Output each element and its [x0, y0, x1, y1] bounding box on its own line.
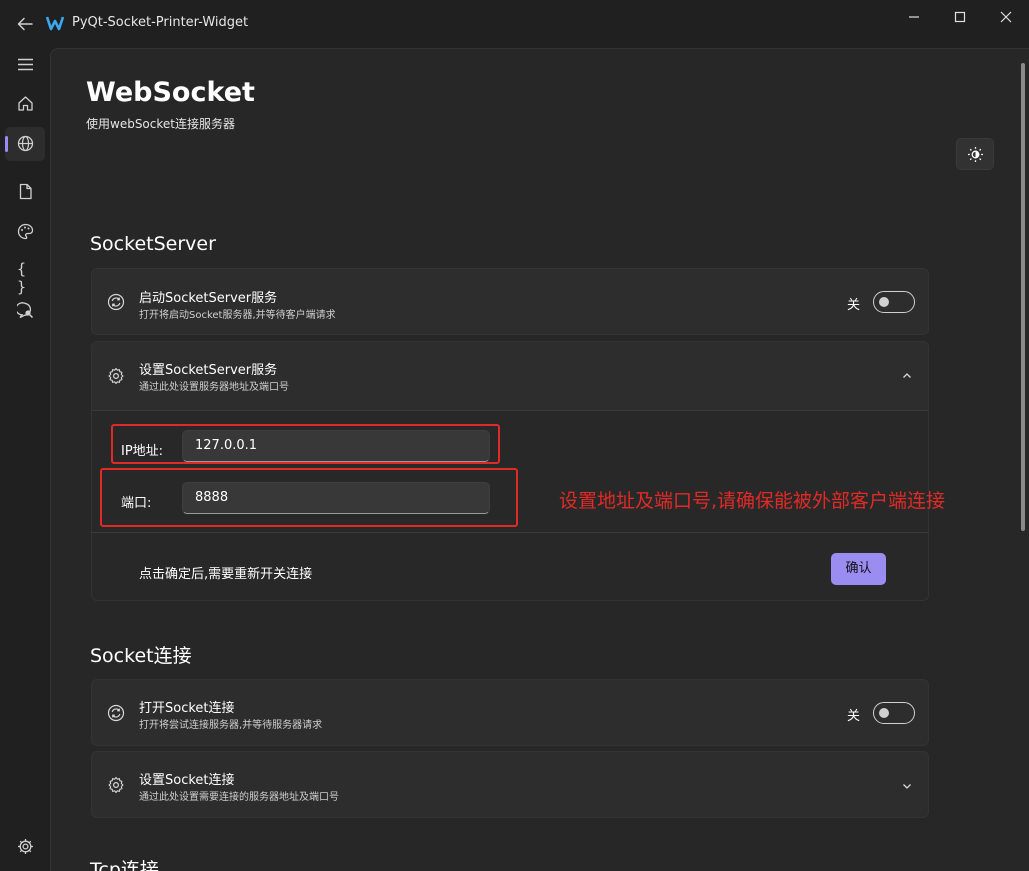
nav-item-home[interactable] — [5, 87, 45, 121]
card-description: 通过此处设置服务器地址及端口号 — [139, 382, 289, 393]
footer-note: 点击确定后,需要重新开关连接 — [139, 567, 313, 582]
menu-toggle-button[interactable] — [5, 48, 45, 82]
theme-toggle-button[interactable] — [956, 138, 994, 170]
navigation-rail: { } — [0, 48, 50, 871]
close-button[interactable] — [993, 6, 1019, 28]
gear-icon — [107, 367, 125, 385]
nav-item-code[interactable]: { } — [5, 254, 45, 296]
card-title: 设置Socket连接 — [139, 773, 235, 788]
socketserver-settings-expander-header[interactable]: 设置SocketServer服务 通过此处设置服务器地址及端口号 — [91, 341, 929, 411]
home-icon — [18, 96, 33, 111]
globe-icon — [17, 135, 34, 152]
vertical-scrollbar[interactable] — [1021, 63, 1025, 531]
main-content: WebSocket 使用webSocket连接服务器 SocketServer … — [50, 48, 1029, 871]
annotation-box-port — [100, 468, 518, 527]
section-title-socket-connect: Socket连接 — [90, 645, 192, 667]
gear-icon — [107, 776, 125, 794]
palette-icon — [17, 223, 34, 240]
document-icon — [19, 183, 32, 200]
sync-icon — [107, 293, 125, 311]
back-arrow-icon[interactable] — [14, 13, 36, 35]
card-title: 打开Socket连接 — [139, 701, 235, 716]
nav-item-search-chat[interactable] — [5, 294, 45, 328]
section-title-tcp: Tcp连接 — [90, 859, 159, 871]
toggle-state-label: 关 — [847, 709, 861, 724]
start-socketserver-toggle[interactable] — [873, 291, 915, 313]
open-socket-card: 打开Socket连接 打开将尝试连接服务器,并等待服务器请求 关 — [91, 679, 929, 746]
toggle-state-label: 关 — [847, 298, 861, 313]
annotation-text: 设置地址及端口号,请确保能被外部客户端连接 — [559, 490, 946, 512]
page-subtitle: 使用webSocket连接服务器 — [86, 117, 235, 131]
nav-item-palette[interactable] — [5, 215, 45, 249]
card-title: 启动SocketServer服务 — [139, 291, 278, 306]
toggle-knob — [879, 297, 889, 307]
chevron-down-icon[interactable] — [900, 778, 914, 792]
brightness-icon — [968, 147, 983, 162]
maximize-button[interactable] — [947, 6, 973, 28]
braces-icon: { } — [17, 260, 28, 296]
start-socketserver-card: 启动SocketServer服务 打开将启动Socket服务器,并等待客户端请求… — [91, 268, 929, 335]
hamburger-icon — [18, 58, 33, 71]
card-description: 打开将尝试连接服务器,并等待服务器请求 — [139, 720, 323, 731]
chat-search-icon — [17, 302, 34, 319]
open-socket-toggle[interactable] — [873, 702, 915, 724]
gear-icon — [18, 839, 33, 854]
annotation-box-ip — [111, 424, 500, 464]
card-description: 打开将启动Socket服务器,并等待客户端请求 — [139, 310, 336, 321]
window-title: PyQt-Socket-Printer-Widget — [72, 15, 249, 30]
toggle-knob — [879, 708, 889, 718]
divider — [91, 532, 929, 533]
confirm-button[interactable]: 确认 — [831, 553, 886, 585]
section-title-socketserver: SocketServer — [90, 233, 216, 255]
minimize-button[interactable] — [901, 6, 927, 28]
nav-item-websocket[interactable] — [5, 127, 45, 161]
title-bar: PyQt-Socket-Printer-Widget — [0, 0, 1029, 48]
sync-icon — [107, 704, 125, 722]
chevron-up-icon[interactable] — [900, 368, 914, 382]
socket-settings-expander-header[interactable]: 设置Socket连接 通过此处设置需要连接的服务器地址及端口号 — [91, 751, 929, 818]
card-description: 通过此处设置需要连接的服务器地址及端口号 — [139, 792, 339, 803]
nav-item-document[interactable] — [5, 175, 45, 209]
card-title: 设置SocketServer服务 — [139, 363, 278, 378]
app-logo-icon — [45, 14, 65, 32]
page-title: WebSocket — [86, 77, 255, 108]
nav-item-settings[interactable] — [5, 830, 45, 864]
